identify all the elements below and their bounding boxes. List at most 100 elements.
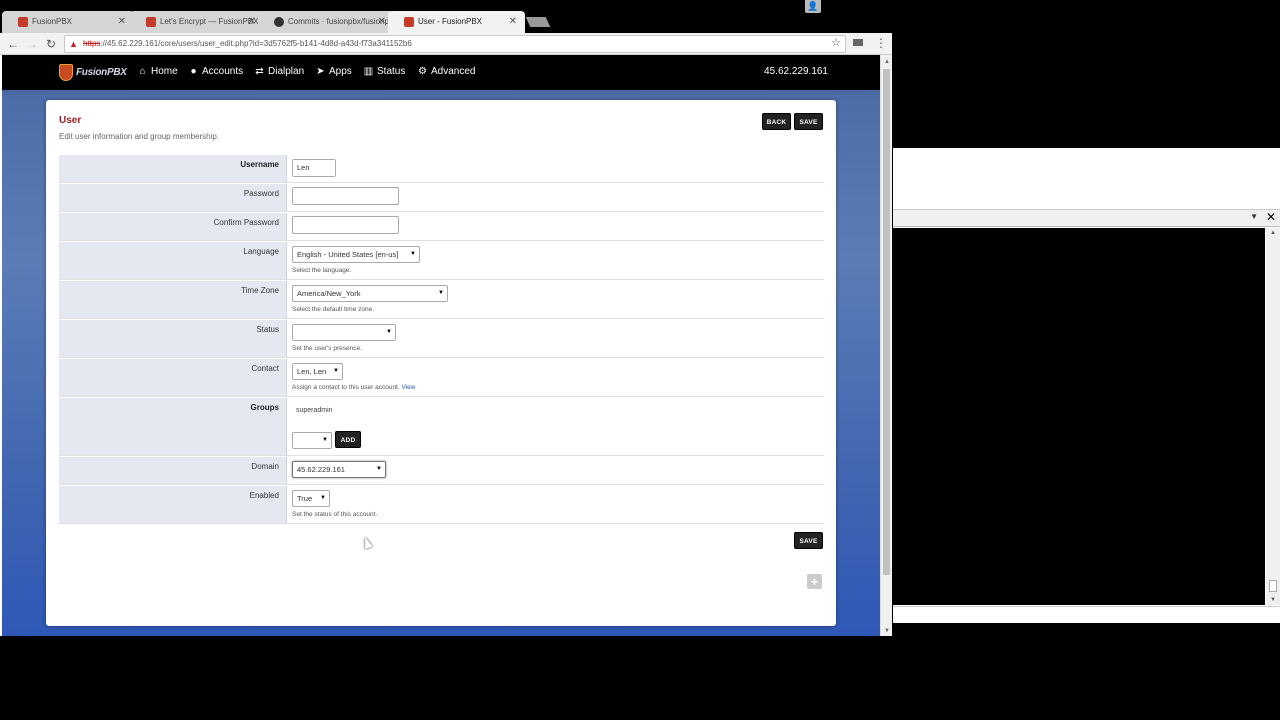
scrollbar-thumb[interactable] [883, 69, 890, 575]
logo-text: FusionPBX [76, 67, 127, 78]
profile-icon[interactable]: 👤 [805, 0, 821, 13]
row-language: Language English - United States [en-us]… [59, 242, 824, 280]
save-button[interactable]: SAVE [794, 113, 823, 130]
close-icon[interactable]: ✕ [118, 11, 126, 33]
new-tab-button[interactable] [525, 17, 551, 27]
close-icon[interactable]: ✕ [509, 11, 517, 33]
bar-chart-icon: ▥ [363, 66, 374, 77]
username-label: Username [59, 155, 287, 182]
language-select[interactable]: English - United States [en-us] ▼ [292, 246, 420, 263]
page-description: Edit user information and group membersh… [59, 132, 220, 141]
dropdown-arrow-icon[interactable]: ▼ [1250, 212, 1258, 221]
group-select[interactable]: ▼ [292, 432, 332, 449]
nav-home[interactable]: ⌂ Home [137, 66, 177, 77]
nav-advanced[interactable]: ⚙ Advanced [417, 66, 475, 77]
star-icon[interactable]: ☆ [831, 36, 841, 51]
menu-dots-icon[interactable]: ⋮ [875, 36, 887, 50]
fusionpbx-icon [404, 17, 414, 27]
row-contact: Contact Len, Len ▼ Assign a contact to th… [59, 359, 824, 397]
scrollbar-thumb[interactable] [1269, 580, 1277, 592]
tab-fusionpbx[interactable]: FusionPBX ✕ [2, 11, 134, 33]
page-scrollbar[interactable]: ▲ ▼ [880, 55, 892, 636]
terminal-scrollbar[interactable]: ▲ ▼ [1266, 228, 1280, 605]
close-icon[interactable]: ✕ [378, 11, 386, 33]
contact-label: Contact [59, 359, 287, 396]
nav-domain[interactable]: 45.62.229.161 [764, 66, 828, 77]
page-background: FusionPBX ⌂ Home ● Accounts ⇄ Dialplan ➤ App… [2, 55, 880, 636]
scroll-down-icon[interactable]: ▼ [884, 628, 890, 634]
dropdown-arrow-icon: ▼ [410, 251, 416, 257]
contact-view-link[interactable]: View [401, 384, 415, 391]
row-groups: Groups superadmin ▼ ADD [59, 398, 824, 456]
dropdown-arrow-icon: ▼ [322, 437, 328, 443]
close-icon[interactable]: ✕ [1266, 210, 1276, 224]
enabled-hint: Set the status of this account. [292, 511, 378, 518]
browser-window: FusionPBX ✕ Let's Encrypt — FusionPBX ✕ … [0, 0, 892, 636]
nav-apps[interactable]: ➤ Apps [315, 66, 352, 77]
nav-label: Accounts [202, 66, 244, 77]
content-panel: User Edit user information and group mem… [46, 100, 836, 626]
extension-icon[interactable] [853, 39, 863, 46]
tab-lets-encrypt[interactable]: Let's Encrypt — FusionPBX ✕ [130, 11, 264, 33]
username-input[interactable]: Len [292, 159, 336, 177]
status-label: Status [59, 320, 287, 357]
scroll-up-icon[interactable]: ▲ [884, 59, 890, 65]
reload-icon[interactable]: ↻ [43, 36, 59, 52]
nav-label: Advanced [431, 66, 476, 77]
nav-label: Dialplan [268, 66, 305, 77]
tab-strip: FusionPBX ✕ Let's Encrypt — FusionPBX ✕ … [0, 0, 892, 33]
tab-user[interactable]: User - FusionPBX ✕ [388, 11, 525, 33]
home-icon: ⌂ [139, 66, 146, 77]
domain-select[interactable]: 45.62.229.161 ▼ [292, 461, 386, 478]
forward-arrow-icon[interactable]: → [24, 36, 40, 52]
enabled-label: Enabled [59, 486, 287, 523]
tab-commits[interactable]: Commits · fusionpbx/fusionpbx ✕ [258, 11, 394, 33]
terminal-titlebar: ▼ ✕ [893, 209, 1280, 227]
add-group-button[interactable]: ADD [335, 431, 361, 448]
row-enabled: Enabled True ▼ Set the status of this acc… [59, 486, 824, 524]
contact-select[interactable]: Len, Len ▼ [292, 363, 343, 380]
terminal-area[interactable] [893, 228, 1265, 605]
plus-icon[interactable]: + [807, 574, 822, 589]
close-icon[interactable]: ✕ [248, 11, 256, 33]
confirm-password-input[interactable] [292, 216, 399, 234]
browser-toolbar: ← → ↻ ▲ https://45.62.229.161/core/users… [0, 33, 892, 55]
domain-label: Domain [59, 457, 287, 484]
logo-shield-icon [59, 64, 73, 81]
nav-status[interactable]: ▥ Status [363, 66, 406, 77]
time-zone-select[interactable]: America/New_York ▼ [292, 285, 448, 302]
warning-icon: ▲ [69, 39, 78, 49]
contact-hint-text: Assign a contact to this user account. [292, 384, 400, 391]
language-hint: Select the language. [292, 267, 352, 274]
row-domain: Domain 45.62.229.161 ▼ [59, 457, 824, 485]
back-arrow-icon[interactable]: ← [5, 36, 21, 52]
page-title: User [59, 115, 82, 126]
language-label: Language [59, 242, 287, 279]
status-select[interactable]: ▼ [292, 324, 396, 341]
nav-label: Status [377, 66, 406, 77]
terminal-bottom-bar [893, 606, 1280, 623]
dropdown-arrow-icon: ▼ [386, 329, 392, 335]
top-navbar: FusionPBX ⌂ Home ● Accounts ⇄ Dialplan ➤ App… [2, 55, 880, 90]
language-value: English - United States [en-us] [297, 250, 399, 259]
domain-value: 45.62.229.161 [297, 465, 345, 474]
time-zone-label: Time Zone [59, 281, 287, 318]
tab-label: Let's Encrypt — FusionPBX [160, 17, 259, 26]
address-bar[interactable]: ▲ https://45.62.229.161/core/users/user_… [64, 35, 846, 53]
time-zone-value: America/New_York [297, 289, 361, 298]
fusionpbx-icon [146, 17, 156, 27]
back-button[interactable]: BACK [762, 113, 791, 130]
group-item: superadmin [296, 407, 333, 414]
scroll-up-icon[interactable]: ▲ [1270, 230, 1276, 236]
nav-accounts[interactable]: ● Accounts [188, 66, 243, 77]
password-input[interactable] [292, 187, 399, 205]
github-icon [274, 17, 284, 27]
scroll-down-icon[interactable]: ▼ [1270, 597, 1276, 603]
url-text: ://45.62.229.161/core/users/user_edit.ph… [100, 39, 412, 48]
dropdown-arrow-icon: ▼ [333, 368, 339, 374]
gear-icon: ⚙ [418, 66, 427, 77]
save-button-bottom[interactable]: SAVE [794, 532, 823, 549]
nav-dialplan[interactable]: ⇄ Dialplan [254, 66, 304, 77]
enabled-select[interactable]: True ▼ [292, 490, 330, 507]
send-icon: ➤ [316, 66, 325, 77]
